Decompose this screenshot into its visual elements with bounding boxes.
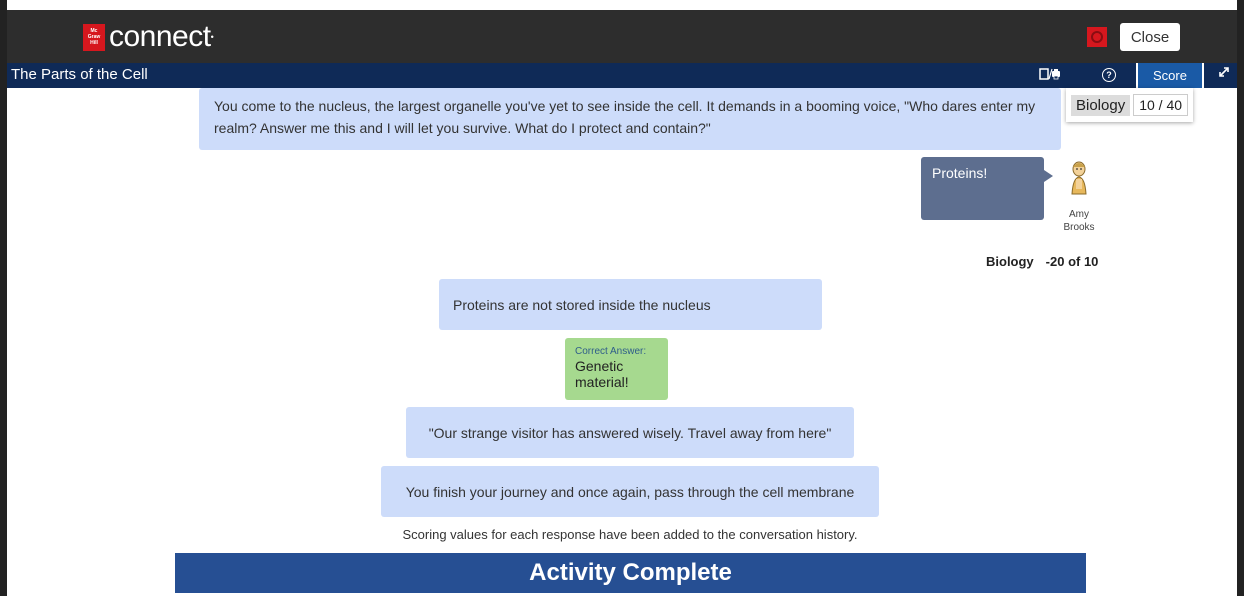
user-first-name: Amy	[1069, 209, 1089, 220]
feedback-bubble: Proteins are not stored inside the nucle…	[439, 279, 822, 330]
correct-answer-text: Genetic material!	[575, 358, 629, 390]
answer-pointer	[1044, 170, 1053, 182]
close-button[interactable]: Close	[1120, 23, 1180, 51]
scoring-note: Scoring values for each response have be…	[402, 527, 858, 542]
mcgraw-hill-badge: Mc Graw Hill	[83, 23, 105, 51]
correct-answer-label: Correct Answer:	[575, 346, 647, 357]
prompt-bubble: You come to the nucleus, the largest org…	[199, 88, 1061, 150]
user-name: Amy Brooks	[1056, 208, 1102, 234]
tab-score[interactable]: Score	[1136, 63, 1204, 88]
user-answer-bubble: Proteins!	[921, 157, 1044, 220]
app-header: Mc Graw Hill connect • Close	[7, 10, 1237, 63]
connect-logo: Mc Graw Hill connect •	[83, 22, 214, 52]
user-last-name: Brooks	[1063, 222, 1095, 233]
activity-title: The Parts of the Cell	[11, 66, 148, 83]
response-score-value: -20 of 10	[1045, 254, 1099, 269]
score-subject: Biology	[1071, 94, 1131, 116]
reply-bubble: "Our strange visitor has answered wisely…	[406, 407, 854, 458]
help-icon[interactable]: ?	[1102, 68, 1116, 82]
brand-name: connect	[109, 20, 211, 53]
expand-icon[interactable]	[1217, 65, 1231, 82]
activity-complete-banner: Activity Complete	[175, 553, 1086, 593]
user-avatar	[1068, 160, 1090, 198]
activity-titlebar: The Parts of the Cell ? Score	[7, 63, 1237, 88]
print-icon[interactable]	[1039, 67, 1061, 84]
response-score: Biology -20 of 10	[986, 254, 1098, 269]
response-score-subject: Biology	[986, 254, 1034, 269]
badge-line: Hill	[90, 40, 98, 46]
score-popup: Biology 10 / 40	[1066, 88, 1193, 122]
narration-bubble: You finish your journey and once again, …	[381, 466, 879, 517]
record-stop-icon[interactable]	[1087, 27, 1107, 47]
score-value: 10 / 40	[1133, 94, 1189, 116]
correct-answer-box: Correct Answer: Genetic material!	[565, 338, 668, 400]
